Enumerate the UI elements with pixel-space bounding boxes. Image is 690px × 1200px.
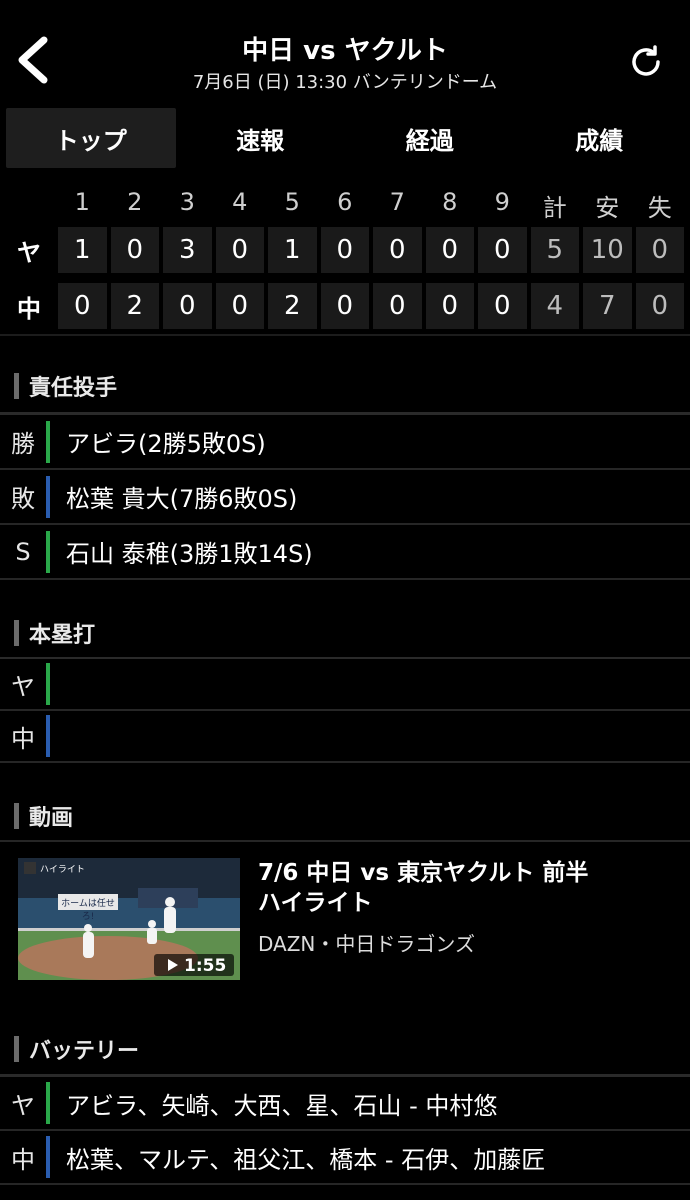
scoreboard-row-home: 中 020020000470 bbox=[0, 280, 690, 332]
scoreboard-row-away: ヤ 1 0 3 0 1 0 0 0 0 5 10 0 bbox=[0, 224, 690, 276]
tab-progress[interactable]: 経過 bbox=[345, 108, 515, 168]
list-item[interactable]: S 石山 泰稚(3勝1敗14S) bbox=[0, 525, 690, 580]
score-cell: 0 bbox=[58, 283, 107, 329]
score-cell: 0 bbox=[635, 283, 684, 329]
refresh-icon[interactable] bbox=[628, 44, 664, 80]
video-thumbnail[interactable]: ハイライト ホームは任せろ! 1:55 bbox=[18, 858, 240, 980]
score-cell: 2 bbox=[110, 283, 159, 329]
scoreboard-header-cell: 2 bbox=[127, 187, 143, 216]
score-cell: 0 bbox=[478, 227, 527, 273]
list-item: ヤ アビラ、矢崎、大西、星、石山 - 中村悠 bbox=[0, 1077, 690, 1131]
game-info: 7月6日 (日) 13:30 バンテリンドーム bbox=[192, 72, 498, 93]
list-item[interactable]: 敗 松葉 貴大(7勝6敗0S) bbox=[0, 470, 690, 525]
section-heading-homeruns: 本塁打 bbox=[14, 617, 95, 649]
tab-live[interactable]: 速報 bbox=[176, 108, 346, 168]
section-bar bbox=[14, 803, 19, 829]
score-cell: 10 bbox=[583, 227, 632, 273]
scoreboard-header-cell: 計 bbox=[542, 193, 567, 222]
score-cell: 5 bbox=[530, 227, 579, 273]
score-cell: 0 bbox=[425, 227, 474, 273]
thumbnail-badge: ハイライト bbox=[40, 865, 85, 875]
score-cell: 0 bbox=[373, 283, 422, 329]
header: 中日 vs ヤクルト 7月6日 (日) 13:30 バンテリンドーム bbox=[0, 0, 690, 102]
video-duration: 1:55 bbox=[184, 956, 227, 976]
score-cell: 0 bbox=[320, 227, 369, 273]
score-cell: 1 bbox=[268, 227, 317, 273]
battery-list: ヤ アビラ、矢崎、大西、星、石山 - 中村悠 中 松葉、マルテ、祖父江、橋本 -… bbox=[0, 1074, 690, 1185]
scoreboard-header-cell: 安 bbox=[595, 193, 620, 222]
scoreboard-header-cell: 1 bbox=[74, 187, 90, 216]
homerun-list: ヤ 中 bbox=[0, 657, 690, 763]
team-label: ヤ bbox=[17, 238, 41, 267]
score-cell: 0 bbox=[215, 283, 264, 329]
score-cell: 0 bbox=[373, 227, 422, 273]
scoreboard-header-cell: 7 bbox=[389, 187, 405, 216]
scoreboard-header: 1 2 3 4 5 6 7 8 9 計安失 bbox=[0, 186, 690, 224]
score-cell: 0 bbox=[110, 227, 159, 273]
tab-stats[interactable]: 成績 bbox=[515, 108, 685, 168]
team-label: 中 bbox=[17, 294, 41, 323]
scoreboard-header-cell: 5 bbox=[284, 187, 300, 216]
page-title: 中日 vs ヤクルト bbox=[242, 36, 448, 66]
score-cell: 4 bbox=[530, 283, 579, 329]
score-cell: 0 bbox=[635, 227, 684, 273]
scoreboard-header-cell: 9 bbox=[494, 187, 510, 216]
pitcher-list: 勝 アビラ(2勝5敗0S) 敗 松葉 貴大(7勝6敗0S) S 石山 泰稚(3勝… bbox=[0, 412, 690, 580]
score-cell: 0 bbox=[163, 283, 212, 329]
thumbnail-sign-text: ホームは任せろ! bbox=[61, 899, 115, 922]
list-item: 中 松葉、マルテ、祖父江、橋本 - 石伊、加藤匠 bbox=[0, 1131, 690, 1185]
section-bar bbox=[14, 620, 19, 646]
scoreboard-header-cell: 3 bbox=[179, 187, 195, 216]
score-cell: 1 bbox=[58, 227, 107, 273]
tab-bar: トップ 速報 経過 成績 bbox=[0, 102, 690, 176]
list-item: ヤ bbox=[0, 659, 690, 711]
scoreboard-header-cell: 4 bbox=[232, 187, 248, 216]
list-item[interactable]: 勝 アビラ(2勝5敗0S) bbox=[0, 415, 690, 470]
score-cell: 2 bbox=[268, 283, 317, 329]
section-bar bbox=[14, 1036, 19, 1062]
score-cell: 0 bbox=[478, 283, 527, 329]
section-heading-battery: バッテリー bbox=[14, 1033, 139, 1065]
list-item: 中 bbox=[0, 711, 690, 763]
score-cell: 0 bbox=[320, 283, 369, 329]
video-source: DAZN・中日ドラゴンズ bbox=[258, 932, 475, 956]
team-stripe bbox=[46, 663, 50, 705]
scoreboard-header-cell: 6 bbox=[337, 187, 353, 216]
video-title[interactable]: 7/6 中日 vs 東京ヤクルト 前半 ハイライト bbox=[258, 858, 678, 918]
scoreboard: 123456789計安失 ヤ 1 0 3 0 1 0 0 0 0 5 10 0 中 020020000… bbox=[0, 186, 690, 332]
section-heading-pitchers: 責任投手 bbox=[14, 370, 117, 402]
divider bbox=[0, 334, 690, 336]
tab-top[interactable]: トップ bbox=[6, 108, 176, 168]
score-cell: 0 bbox=[425, 283, 474, 329]
divider bbox=[0, 840, 690, 842]
scoreboard-header-cell: 失 bbox=[647, 193, 672, 222]
section-bar bbox=[14, 373, 19, 399]
score-cell: 0 bbox=[215, 227, 264, 273]
score-cell: 7 bbox=[583, 283, 632, 329]
section-heading-video: 動画 bbox=[14, 800, 73, 832]
scoreboard-header-cell: 8 bbox=[442, 187, 458, 216]
team-stripe bbox=[46, 715, 50, 757]
score-cell: 3 bbox=[163, 227, 212, 273]
